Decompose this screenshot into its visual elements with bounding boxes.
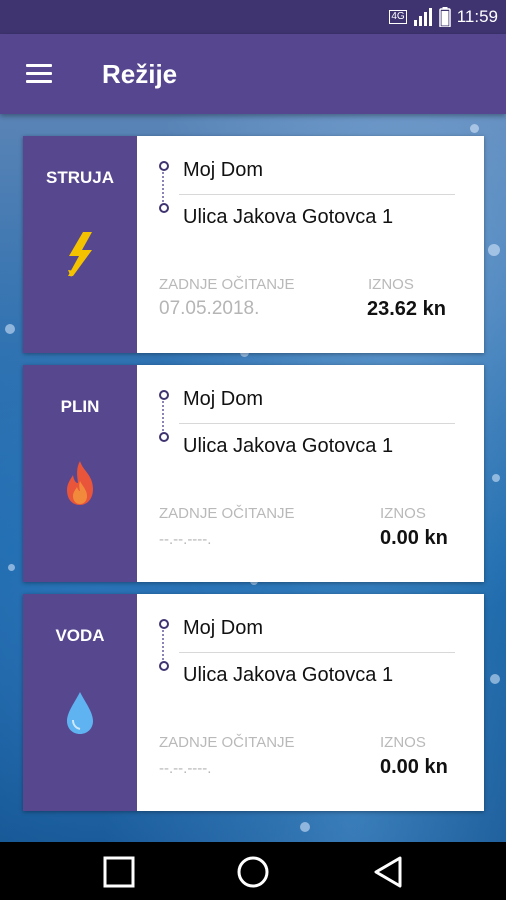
page-title: Režije — [102, 59, 178, 89]
address: Ulica Jakova Gotovca 1 — [183, 206, 394, 228]
timeline-line — [162, 401, 164, 431]
background-bubble — [490, 674, 500, 684]
amount-value: 0.00 kn — [380, 527, 448, 549]
background-bubble — [5, 324, 15, 334]
utility-card-struja[interactable]: STRUJA Moj Dom Ulica Jakova Gotovca 1 ZA… — [23, 136, 484, 353]
location-timeline — [158, 390, 169, 442]
recent-apps-button[interactable] — [103, 856, 135, 888]
home-button[interactable] — [237, 856, 269, 888]
utility-type-label: STRUJA — [45, 168, 114, 187]
background-bubble — [488, 244, 500, 256]
place-name: Moj Dom — [183, 388, 264, 410]
status-bar: 4G 11:59 — [0, 0, 506, 34]
background-bubble — [8, 564, 15, 571]
address: Ulica Jakova Gotovca 1 — [183, 435, 394, 457]
app-bar: Režije — [0, 34, 506, 114]
background-bubble — [300, 822, 310, 832]
last-reading-label: ZADNJE OČITANJE — [159, 505, 295, 522]
timeline-dot — [159, 619, 169, 629]
location-timeline — [158, 161, 169, 213]
place-name: Moj Dom — [183, 617, 264, 639]
menu-icon-bar — [26, 72, 52, 75]
last-reading-label: ZADNJE OČITANJE — [159, 734, 295, 751]
background-bubble — [492, 474, 500, 482]
network-type-icon: 4G — [389, 10, 407, 24]
navigation-bar — [0, 842, 506, 900]
address: Ulica Jakova Gotovca 1 — [183, 664, 394, 686]
menu-icon-bar — [26, 80, 52, 83]
timeline-dot — [159, 432, 169, 442]
utility-type-label: VODA — [55, 626, 105, 645]
divider — [179, 423, 455, 424]
timeline-dot — [159, 661, 169, 671]
last-reading-label: ZADNJE OČITANJE — [159, 276, 295, 293]
clock: 11:59 — [456, 7, 498, 26]
last-reading-date: --.--.----. — [159, 531, 212, 548]
menu-icon — [26, 64, 52, 67]
fire-icon — [67, 461, 93, 505]
battery-icon — [438, 7, 451, 27]
signal-icon — [413, 8, 432, 26]
content-area: STRUJA Moj Dom Ulica Jakova Gotovca 1 ZA… — [0, 114, 506, 842]
place-name: Moj Dom — [183, 159, 264, 181]
location-timeline — [158, 619, 169, 671]
card-side-panel: VODA — [23, 594, 137, 811]
timeline-dot — [159, 390, 169, 400]
amount-label: IZNOS — [368, 276, 414, 293]
timeline-dot — [159, 161, 169, 171]
divider — [179, 652, 455, 653]
amount-value: 0.00 kn — [380, 756, 448, 778]
utility-card-plin[interactable]: PLIN Moj Dom Ulica Jakova Gotovca 1 ZADN… — [23, 365, 484, 582]
menu-button[interactable] — [22, 58, 54, 90]
card-side-panel: PLIN — [23, 365, 137, 582]
amount-label: IZNOS — [380, 505, 426, 522]
background-bubble — [470, 124, 479, 133]
amount-label: IZNOS — [380, 734, 426, 751]
timeline-line — [162, 630, 164, 660]
last-reading-date: 07.05.2018. — [159, 298, 260, 319]
card-side-panel: STRUJA — [23, 136, 137, 353]
back-button[interactable] — [372, 856, 404, 888]
timeline-line — [162, 172, 164, 202]
utility-card-voda[interactable]: VODA Moj Dom Ulica Jakova Gotovca 1 ZADN… — [23, 594, 484, 811]
last-reading-date: --.--.----. — [159, 760, 212, 777]
water-drop-icon — [67, 692, 93, 734]
lightning-icon — [68, 232, 92, 277]
divider — [179, 194, 455, 195]
timeline-dot — [159, 203, 169, 213]
utility-type-label: PLIN — [60, 397, 100, 416]
amount-value: 23.62 kn — [367, 298, 446, 320]
